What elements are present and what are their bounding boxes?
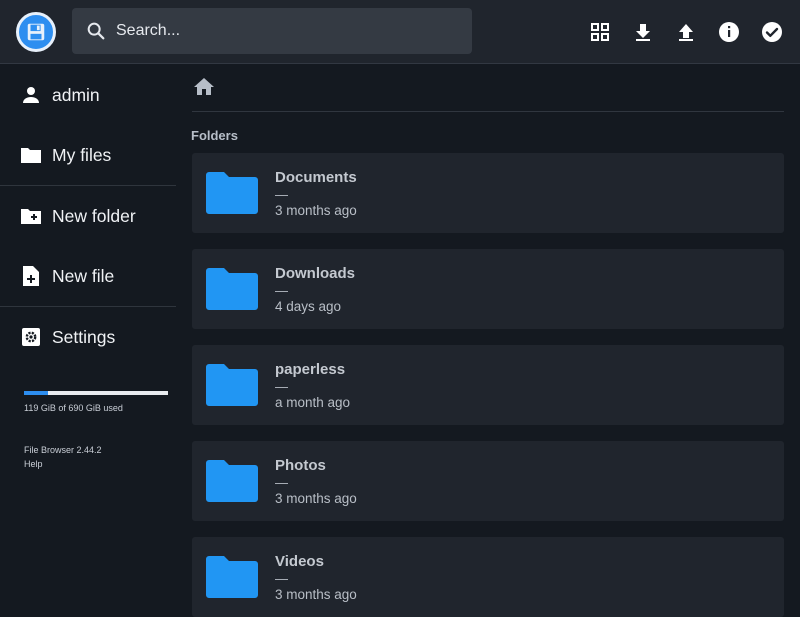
main-content: Folders Documents —3 months ago Downloads —… [176,65,800,617]
sidebar-item-label: New file [52,265,115,286]
folder-item[interactable]: Photos —3 months ago [192,441,784,521]
folder-modified: 3 months ago [275,491,357,506]
settings-applications-icon [20,326,42,348]
sidebar: admin My files New folder New file Setti… [0,65,176,600]
folder-size: — [275,379,288,394]
folder-size: — [275,187,288,202]
folder-modified: a month ago [275,395,351,410]
floppy-disk-icon [27,23,45,41]
quota-progress-fill [24,391,49,395]
folder-size: — [275,475,288,490]
check-circle-icon[interactable] [760,20,784,44]
sidebar-footer: File Browser 2.44.2 Help [24,443,176,471]
section-title: Folders [191,128,238,143]
sidebar-item-label: New folder [52,205,136,226]
folder-icon [204,553,260,601]
folder-icon [204,457,260,505]
folder-name: Downloads [275,265,356,282]
quota-progress-bar [24,391,168,395]
folder-modified: 4 days ago [275,299,342,314]
folder-name: Videos [275,553,324,570]
sidebar-item-settings[interactable]: Settings [0,307,176,367]
sidebar-item-label: My files [52,144,112,165]
info-icon[interactable] [717,20,741,44]
search-input[interactable] [116,22,456,40]
folder-item[interactable]: Downloads —4 days ago [192,249,784,329]
app-logo[interactable] [16,12,56,52]
folder-icon [204,169,260,217]
folder-modified: 3 months ago [275,203,357,218]
sidebar-item-my-files[interactable]: My files [0,125,176,185]
create-new-folder-icon [20,205,42,227]
folder-name: paperless [275,361,346,378]
sidebar-item-user[interactable]: admin [0,65,176,125]
folder-name: Photos [275,457,326,474]
header-actions [569,20,784,44]
breadcrumb [192,75,784,112]
search-icon [85,20,107,42]
person-icon [20,84,42,106]
sidebar-item-label: admin [52,84,100,105]
folder-item[interactable]: Documents —3 months ago [192,153,784,233]
help-link[interactable]: Help [24,457,176,471]
grid-view-icon[interactable] [588,20,612,44]
folder-icon [20,144,42,166]
folder-item[interactable]: paperless — a month ago [192,345,784,425]
quota-text: 119 GiB of 690 GiB used [24,403,123,413]
top-bar [0,0,800,64]
folder-icon [204,265,260,313]
search-bar[interactable] [72,8,472,54]
folder-item[interactable]: Videos —3 months ago [192,537,784,617]
storage-quota: 119 GiB of 690 GiB used [24,391,168,413]
folder-size: — [275,571,288,586]
sidebar-item-new-folder[interactable]: New folder [0,186,176,246]
folder-name: Documents [275,169,357,186]
download-icon[interactable] [631,20,655,44]
folder-icon [204,361,260,409]
version-label: File Browser 2.44.2 [24,445,102,455]
note-add-icon [20,265,42,287]
folder-size: — [275,283,288,298]
home-icon[interactable] [192,75,216,99]
upload-icon[interactable] [674,20,698,44]
sidebar-item-label: Settings [52,326,116,347]
sidebar-item-new-file[interactable]: New file [0,246,176,306]
